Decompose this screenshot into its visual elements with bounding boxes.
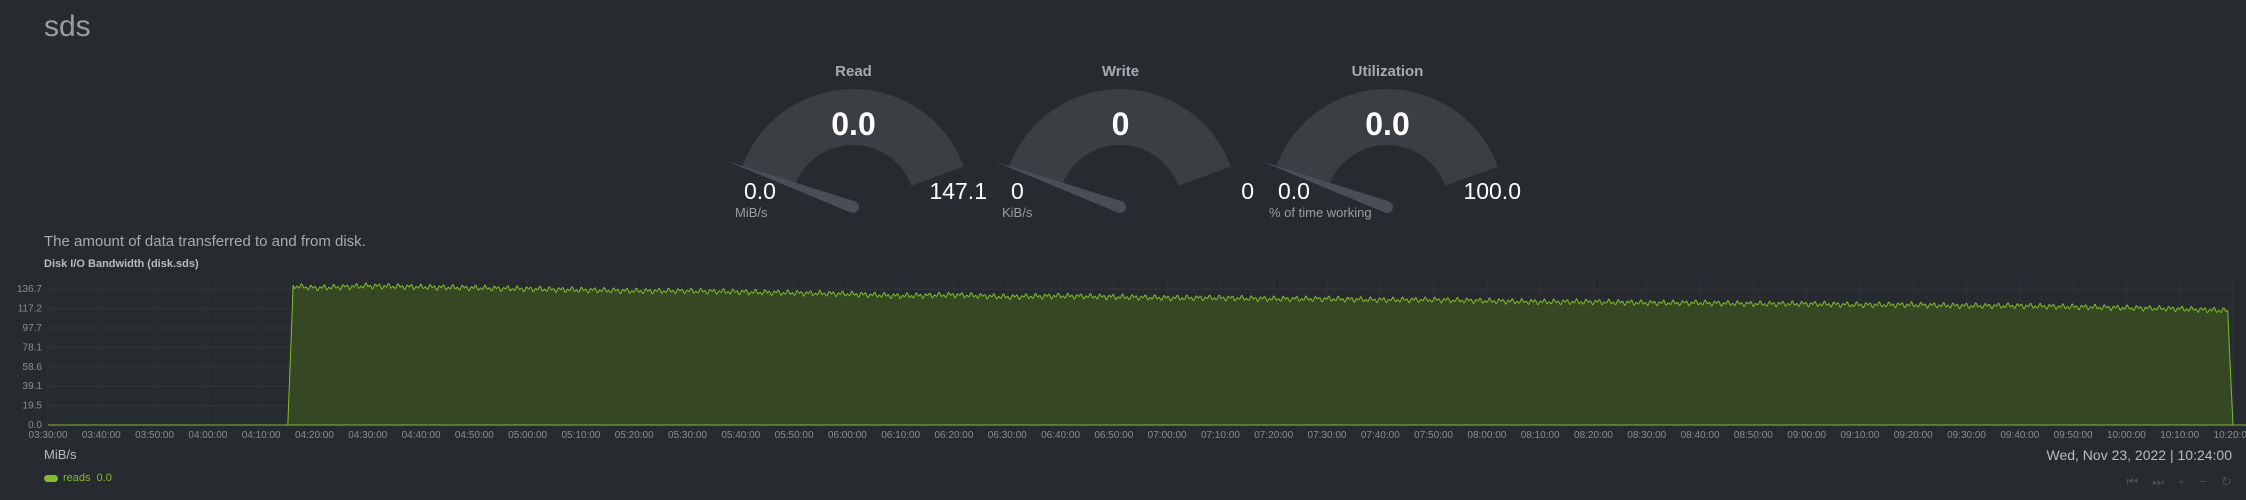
gauge-unit: MiB/s	[735, 205, 768, 220]
y-tick-label: 97.7	[23, 323, 43, 334]
gauge-unit: % of time working	[1269, 205, 1372, 220]
chart-nav-controls: ⏮ ⏭ + − ↻	[2127, 474, 2233, 490]
x-tick-label: 08:40:00	[1681, 430, 1720, 441]
page-title: sds	[44, 10, 91, 43]
x-tick-label: 10:20:00	[2214, 430, 2246, 441]
x-tick-label: 03:30:00	[29, 430, 68, 441]
gauge-max: 0	[1241, 178, 1254, 204]
x-tick-label: 07:50:00	[1414, 430, 1453, 441]
chart-units: MiB/s	[44, 447, 77, 462]
x-tick-label: 04:50:00	[455, 430, 494, 441]
zoom-out-icon[interactable]: −	[2200, 474, 2208, 490]
x-tick-label: 09:50:00	[2054, 430, 2093, 441]
x-tick-label: 07:20:00	[1254, 430, 1293, 441]
x-tick-label: 09:10:00	[1840, 430, 1879, 441]
legend-swatch	[44, 474, 58, 482]
gauge-title: Utilization	[1351, 63, 1424, 80]
y-tick-label: 19.5	[23, 401, 43, 412]
x-tick-label: 04:30:00	[348, 430, 387, 441]
x-tick-label: 07:40:00	[1361, 430, 1400, 441]
x-tick-label: 10:10:00	[2160, 430, 2199, 441]
gauge-write: Write 0 0 0 KiB/s	[987, 60, 1254, 230]
pan-right-icon[interactable]: ⏭	[2152, 474, 2164, 490]
x-tick-label: 05:40:00	[721, 430, 760, 441]
gauge-unit: KiB/s	[1002, 205, 1033, 220]
y-tick-label: 58.6	[23, 362, 43, 373]
x-tick-label: 09:30:00	[1947, 430, 1986, 441]
gauge-value: 0.0	[1365, 106, 1410, 142]
x-tick-label: 08:00:00	[1467, 430, 1506, 441]
gauge-title: Write	[1101, 63, 1140, 80]
x-tick-label: 08:30:00	[1627, 430, 1666, 441]
gauge-value: 0	[1111, 106, 1130, 142]
gauge-read: Read 0.0 0.0 147.1 MiB/s	[720, 60, 987, 230]
bandwidth-chart[interactable]: 0.019.539.158.678.197.7117.2136.703:30:0…	[0, 270, 2246, 445]
x-tick-label: 09:40:00	[2000, 430, 2039, 441]
x-tick-label: 09:00:00	[1787, 430, 1826, 441]
x-tick-label: 03:50:00	[135, 430, 174, 441]
y-tick-label: 78.1	[23, 342, 43, 353]
x-tick-label: 07:30:00	[1308, 430, 1347, 441]
x-tick-label: 06:30:00	[988, 430, 1027, 441]
x-tick-label: 10:00:00	[2107, 430, 2146, 441]
x-tick-label: 04:20:00	[295, 430, 334, 441]
gauge-min: 0.0	[1278, 178, 1310, 204]
y-tick-label: 117.2	[18, 304, 43, 315]
x-tick-label: 03:40:00	[82, 430, 121, 441]
x-tick-label: 06:50:00	[1094, 430, 1133, 441]
x-tick-label: 08:10:00	[1521, 430, 1560, 441]
x-tick-label: 06:40:00	[1041, 430, 1080, 441]
x-tick-label: 08:50:00	[1734, 430, 1773, 441]
gauge-min: 0	[1011, 178, 1024, 204]
x-tick-label: 05:50:00	[775, 430, 814, 441]
gauge-min: 0.0	[744, 178, 776, 204]
y-tick-label: 39.1	[23, 381, 43, 392]
gauge-row: Read 0.0 0.0 147.1 MiB/s Write 0 0 0 KiB…	[0, 60, 2246, 230]
gauge-title: Read	[835, 63, 872, 80]
zoom-in-icon[interactable]: +	[2178, 474, 2186, 490]
x-tick-label: 04:10:00	[242, 430, 281, 441]
chart-title: Disk I/O Bandwidth (disk.sds)	[44, 258, 199, 270]
x-tick-label: 09:20:00	[1894, 430, 1933, 441]
legend-value: 0.0	[96, 472, 112, 484]
x-tick-label: 07:00:00	[1148, 430, 1187, 441]
x-tick-label: 05:20:00	[615, 430, 654, 441]
x-tick-label: 04:40:00	[402, 430, 441, 441]
gauge-utilization: Utilization 0.0 0.0 100.0 % of time work…	[1254, 60, 1521, 230]
reset-icon[interactable]: ↻	[2221, 474, 2232, 490]
x-tick-label: 07:10:00	[1201, 430, 1240, 441]
x-tick-label: 06:20:00	[935, 430, 974, 441]
chart-timestamp: Wed, Nov 23, 2022 | 10:24:00	[2046, 447, 2232, 463]
legend-label: reads	[63, 472, 91, 484]
legend-reads[interactable]: reads 0.0	[44, 472, 112, 484]
x-tick-label: 06:00:00	[828, 430, 867, 441]
x-tick-label: 04:00:00	[188, 430, 227, 441]
pan-left-icon[interactable]: ⏮	[2127, 474, 2139, 490]
x-tick-label: 06:10:00	[881, 430, 920, 441]
chart-description: The amount of data transferred to and fr…	[44, 233, 366, 250]
x-tick-label: 05:30:00	[668, 430, 707, 441]
y-tick-label: 136.7	[17, 284, 42, 295]
gauge-max: 100.0	[1463, 178, 1521, 204]
gauge-value: 0.0	[831, 106, 876, 142]
x-tick-label: 05:00:00	[508, 430, 547, 441]
gauge-max: 147.1	[929, 178, 987, 204]
x-tick-label: 08:20:00	[1574, 430, 1613, 441]
x-tick-label: 05:10:00	[561, 430, 600, 441]
